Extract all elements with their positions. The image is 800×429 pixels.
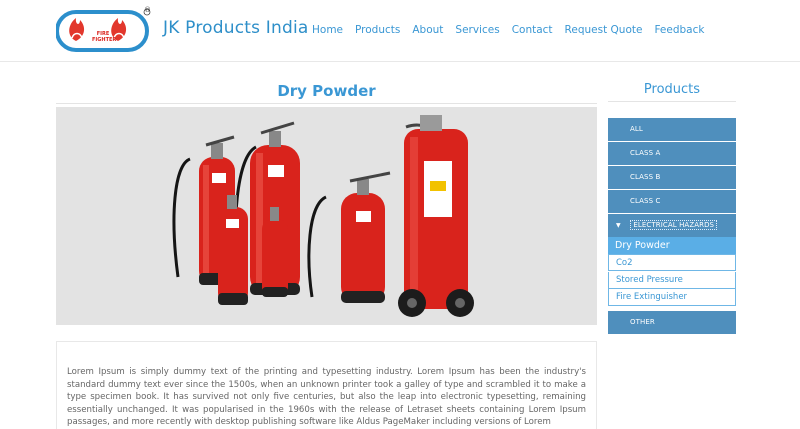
sidebar-item-label: ELECTRICAL HAZARDS <box>630 220 718 230</box>
product-description: Lorem Ipsum is simply dummy text of the … <box>56 341 597 429</box>
submenu-item-fire-extinguisher[interactable]: Fire Extinguisher <box>608 289 736 306</box>
sidebar-item-label: ALL <box>630 125 643 133</box>
registered-mark: ® <box>144 6 151 14</box>
nav-about[interactable]: About <box>412 24 443 36</box>
sidebar-item-label: CLASS A <box>630 149 661 157</box>
submenu-item-dry-powder[interactable]: Dry Powder <box>608 237 736 254</box>
submenu-item-stored-pressure[interactable]: Stored Pressure <box>608 272 736 289</box>
site-header: FIRE FIGHTER ® JK Products India Home Pr… <box>0 0 800 62</box>
fire-fighter-logo[interactable]: FIRE FIGHTER ® <box>55 6 156 54</box>
nav-contact[interactable]: Contact <box>512 24 553 36</box>
main-nav: Home Products About Services Contact Req… <box>312 24 716 36</box>
sidebar-item-class-b[interactable]: CLASS B <box>608 166 736 189</box>
nav-feedback[interactable]: Feedback <box>654 24 704 36</box>
extinguisher-trolley <box>398 115 474 317</box>
submenu-item-co2[interactable]: Co2 <box>608 254 736 271</box>
extinguisher-small-2 <box>218 195 248 305</box>
sidebar-item-class-a[interactable]: CLASS A <box>608 142 736 165</box>
sidebar-item-label: CLASS B <box>630 173 661 181</box>
title-divider <box>56 103 597 104</box>
sidebar-item-class-c[interactable]: CLASS C <box>608 190 736 213</box>
nav-home[interactable]: Home <box>312 24 343 36</box>
logo-text: FIRE FIGHTER <box>92 31 117 43</box>
sidebar-item-other[interactable]: OTHER <box>608 311 736 334</box>
nav-products[interactable]: Products <box>355 24 400 36</box>
product-hero-image <box>56 107 597 325</box>
sidebar-item-label: OTHER <box>630 318 655 326</box>
sidebar-divider <box>608 101 736 102</box>
sidebar-item-electrical-hazards[interactable]: ▼ ELECTRICAL HAZARDS <box>608 214 736 237</box>
fire-extinguishers-illustration <box>172 115 474 317</box>
sidebar-item-label: CLASS C <box>630 197 661 205</box>
sidebar-title: Products <box>643 82 701 97</box>
page-title: Dry Powder <box>277 82 376 100</box>
extinguisher-medium-2 <box>307 171 391 303</box>
nav-request-quote[interactable]: Request Quote <box>565 24 643 36</box>
nav-services[interactable]: Services <box>455 24 499 36</box>
sidebar-item-all[interactable]: ALL <box>608 118 736 141</box>
brand-name[interactable]: JK Products India <box>163 18 309 38</box>
description-text: Lorem Ipsum is simply dummy text of the … <box>67 367 586 427</box>
caret-down-icon: ▼ <box>616 222 621 229</box>
